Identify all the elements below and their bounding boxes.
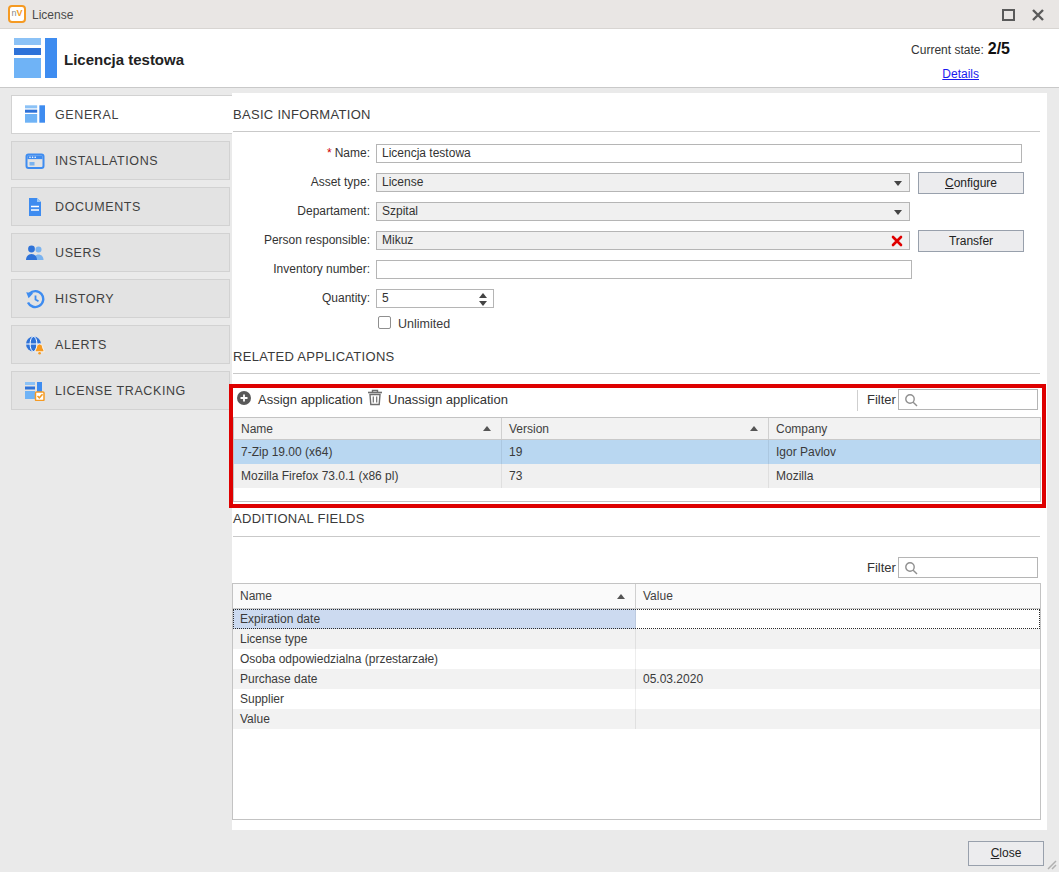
app-logo-icon — [25, 105, 45, 125]
nv-app-icon: nV — [8, 5, 26, 23]
assign-application-icon — [236, 390, 252, 406]
table-row[interactable]: License type — [233, 629, 1040, 649]
divider — [233, 536, 1040, 537]
tab-documents[interactable]: DOCUMENTS — [11, 187, 230, 226]
current-state: Current state: 2/5 — [911, 40, 1010, 58]
filter-input[interactable] — [898, 389, 1038, 410]
tab-label: DOCUMENTS — [55, 200, 141, 214]
column-header-name[interactable]: Name — [234, 418, 502, 439]
additional-fields-heading: ADDITIONAL FIELDS — [233, 511, 365, 526]
transfer-button[interactable]: Transfer — [918, 230, 1024, 252]
table-row[interactable]: Expiration date — [233, 609, 1040, 629]
resize-grip[interactable] — [1045, 858, 1057, 870]
tab-general[interactable]: GENERAL — [11, 95, 233, 134]
divider — [233, 131, 1040, 132]
divider — [233, 373, 1040, 374]
tab-label: HISTORY — [55, 292, 114, 306]
filter-label: Filter — [867, 560, 896, 575]
table-row[interactable]: Osoba odpowiedzialna (przestarzałe) — [233, 649, 1040, 669]
general-panel: BASIC INFORMATION *Name: Licencja testow… — [232, 93, 1047, 830]
quantity-label: Quantity: — [232, 291, 370, 305]
inventory-number-label: Inventory number: — [232, 262, 370, 276]
tab-label: LICENSE TRACKING — [55, 384, 186, 398]
dialog-header: Licencja testowa Current state: 2/5 Detai… — [0, 29, 1059, 88]
tab-users[interactable]: USERS — [11, 233, 230, 272]
chevron-down-icon — [894, 181, 902, 186]
quantity-stepper[interactable]: 5 — [376, 289, 494, 308]
chevron-down-icon — [894, 210, 902, 215]
table-header-row: Name Version Company — [234, 418, 1040, 440]
sort-ascending-icon — [483, 426, 491, 431]
additional-fields-table: Name Value Expiration date License type … — [232, 583, 1041, 820]
tab-history[interactable]: HISTORY — [11, 279, 230, 318]
configure-button[interactable]: Configure — [918, 172, 1024, 194]
close-button[interactable]: Close — [968, 841, 1044, 866]
column-header-name[interactable]: Name — [233, 584, 636, 608]
sort-ascending-icon — [617, 594, 625, 599]
users-icon — [25, 243, 45, 263]
asset-logo-icon — [14, 38, 57, 78]
search-icon — [904, 561, 919, 576]
filter-input[interactable] — [898, 557, 1038, 578]
clear-person-icon[interactable] — [891, 235, 903, 247]
name-input[interactable]: Licencja testowa — [376, 144, 1022, 163]
table-row[interactable]: 7-Zip 19.00 (x64) 19 Igor Pavlov — [234, 440, 1040, 464]
history-icon — [25, 289, 45, 309]
column-header-company[interactable]: Company — [769, 418, 1040, 439]
table-row[interactable]: Supplier — [233, 689, 1040, 709]
unassign-application-icon — [367, 389, 383, 406]
departament-select[interactable]: Szpital — [376, 202, 910, 221]
inventory-number-input[interactable] — [376, 260, 912, 279]
tab-label: ALERTS — [55, 338, 107, 352]
current-state-value: 2/5 — [988, 40, 1010, 57]
document-icon — [25, 197, 45, 217]
table-row[interactable]: Value — [233, 709, 1040, 729]
asset-type-label: Asset type: — [232, 175, 370, 189]
titlebar: nV License — [0, 0, 1059, 29]
tab-label: INSTALLATIONS — [55, 154, 158, 168]
basic-information-heading: BASIC INFORMATION — [233, 107, 371, 122]
unassign-application-button[interactable]: Unassign application — [388, 392, 508, 407]
unlimited-label: Unlimited — [398, 317, 450, 331]
assign-application-button[interactable]: Assign application — [258, 392, 363, 407]
unlimited-checkbox[interactable] — [378, 316, 391, 329]
globe-bell-icon — [25, 335, 45, 355]
page-title: Licencja testowa — [64, 51, 184, 68]
table-row[interactable]: Mozilla Firefox 73.0.1 (x86 pl) 73 Mozil… — [234, 464, 1040, 488]
sort-ascending-icon — [750, 426, 758, 431]
name-label: *Name: — [232, 146, 370, 160]
search-icon — [904, 393, 919, 408]
required-asterisk: * — [327, 146, 332, 160]
tab-alerts[interactable]: ALERTS — [11, 325, 230, 364]
close-window-button[interactable] — [1030, 7, 1046, 23]
asset-type-select[interactable]: License — [376, 173, 910, 192]
tab-license-tracking[interactable]: LICENSE TRACKING — [11, 371, 230, 410]
window-title: License — [32, 8, 73, 22]
toolbar-divider — [857, 390, 858, 411]
spinner-arrows[interactable] — [479, 293, 488, 306]
person-responsible-label: Person responsible: — [232, 233, 370, 247]
tab-label: USERS — [55, 246, 101, 260]
tab-label: GENERAL — [55, 108, 119, 122]
window-icon — [25, 151, 45, 171]
details-link[interactable]: Details — [942, 67, 979, 81]
maximize-button[interactable] — [1001, 7, 1017, 23]
departament-label: Departament: — [232, 204, 370, 218]
tab-installations[interactable]: INSTALLATIONS — [11, 141, 230, 180]
table-header-row: Name Value — [233, 584, 1040, 609]
related-applications-heading: RELATED APPLICATIONS — [233, 349, 395, 364]
person-responsible-field[interactable]: Mikuz — [376, 231, 910, 250]
current-state-label: Current state: — [911, 43, 984, 57]
related-applications-table: Name Version Company 7-Zip 19.00 (x64) 1… — [233, 417, 1041, 502]
filter-label: Filter — [867, 392, 896, 407]
column-header-version[interactable]: Version — [502, 418, 769, 439]
license-tracking-icon — [25, 381, 45, 401]
column-header-value[interactable]: Value — [636, 584, 1040, 608]
table-row[interactable]: Purchase date 05.03.2020 — [233, 669, 1040, 689]
